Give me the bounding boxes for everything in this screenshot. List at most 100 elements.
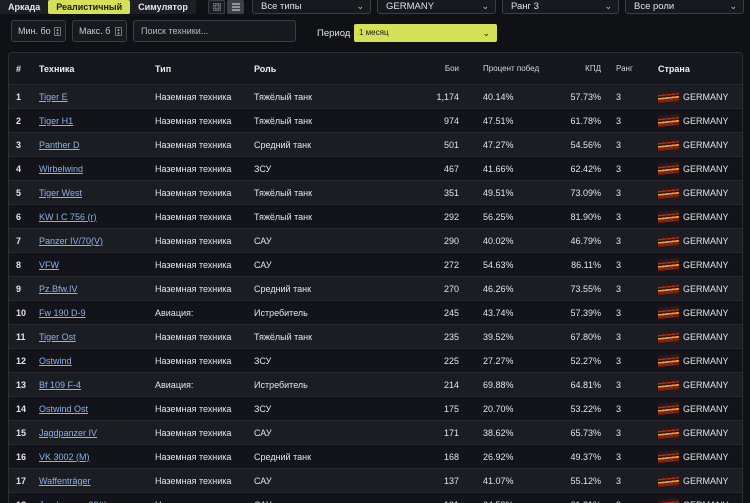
kpd-cell: 52.27% [570, 355, 601, 366]
header-rank[interactable]: Ранг [616, 53, 633, 84]
rank-cell: 3 [616, 283, 622, 294]
chevron-down-icon: ⌄ [356, 1, 364, 11]
vehicle-link[interactable]: VFW [39, 260, 59, 270]
role-cell: Истребитель [254, 379, 308, 390]
header-vehicle[interactable]: Техника [39, 53, 74, 84]
vehicle-link[interactable]: Panzer IV/70(V) [39, 236, 103, 246]
role-select[interactable]: Все роли ⌄ [625, 0, 744, 14]
vehicle-link[interactable]: Wirbelwind [39, 164, 83, 174]
header-role[interactable]: Роль [254, 53, 276, 84]
table-row[interactable]: 15 Jagdpanzer IV Наземная техника САУ 171 38.… [9, 421, 742, 445]
rank-cell: 3 [616, 331, 622, 342]
vehicle-link[interactable]: Tiger E [39, 92, 68, 102]
table-row[interactable]: 4 Wirbelwind Наземная техника ЗСУ 467 41.66% 6… [9, 157, 742, 181]
country-cell: GERMANY [658, 421, 729, 444]
country-name: GERMANY [683, 379, 729, 390]
row-number: 15 [16, 427, 27, 438]
row-number: 10 [16, 307, 27, 318]
rank-select[interactable]: Ранг 3 ⌄ [502, 0, 619, 14]
type-cell: Наземная техника [155, 331, 232, 342]
grid-view-button[interactable] [208, 0, 225, 14]
country-select[interactable]: GERMANY ⌄ [377, 0, 496, 14]
vehicle-link[interactable]: Bf 109 F-4 [39, 380, 81, 390]
table-row[interactable]: 12 Ostwind Наземная техника ЗСУ 225 27.27% 52.… [9, 349, 742, 373]
vehicle-link[interactable]: Ostwind [39, 356, 72, 366]
spinner-icon[interactable]: ▴ ▾ [115, 27, 122, 37]
vehicle-link[interactable]: Tiger H1 [39, 116, 73, 126]
vehicle-link[interactable]: Panther D [39, 140, 80, 150]
country-cell: GERMANY [658, 277, 729, 300]
role-cell: Истребитель [254, 307, 308, 318]
type-cell: Наземная техника [155, 187, 232, 198]
kpd-cell: 64.81% [570, 379, 601, 390]
table-row[interactable]: 9 Pz.Bfw.IV Наземная техника Средний танк 27… [9, 277, 742, 301]
table-row[interactable]: 14 Ostwind Ost Наземная техника ЗСУ 175 20.70… [9, 397, 742, 421]
vehicle-link[interactable]: VK 3002 (M) [39, 452, 90, 462]
vehicle-link[interactable]: Fw 190 D-9 [39, 308, 86, 318]
country-name: GERMANY [683, 451, 729, 462]
table-row[interactable]: 3 Panther D Наземная техника Средний танк 50… [9, 133, 742, 157]
row-number: 11 [16, 331, 26, 342]
winrate-cell: 26.92% [483, 451, 514, 462]
winrate-cell: 39.52% [483, 331, 514, 342]
table-row[interactable]: 16 VK 3002 (M) Наземная техника Средний тан… [9, 445, 742, 469]
vehicle-link[interactable]: Waffenträger [39, 476, 91, 486]
rank-cell: 3 [616, 403, 622, 414]
role-cell: САУ [254, 235, 272, 246]
tab-realistic[interactable]: Реалистичный [48, 0, 131, 14]
header-type[interactable]: Тип [155, 53, 171, 84]
winrate-cell: 64.53% [483, 493, 514, 503]
winrate-cell: 43.74% [483, 307, 514, 318]
header-winrate[interactable]: Процент побед [483, 53, 539, 84]
kpd-cell: 73.09% [570, 187, 601, 198]
table-row[interactable]: 6 KW I C 756 (r) Наземная техника Тяжёлый т… [9, 205, 742, 229]
header-battles[interactable]: Бои [409, 53, 459, 84]
role-cell: Тяжёлый танк [254, 91, 313, 102]
header-kpd[interactable]: КПД [549, 53, 601, 84]
winrate-cell: 41.66% [483, 163, 514, 174]
table-row[interactable]: 8 VFW Наземная техника САУ 272 54.63% 86.11% 3 G… [9, 253, 742, 277]
vehicle-link[interactable]: Jagdpanzer IV [39, 428, 97, 438]
search-input[interactable] [133, 20, 296, 42]
table-row[interactable]: 11 Tiger Ost Наземная техника Тяжёлый танк 2… [9, 325, 742, 349]
winrate-cell: 56.25% [483, 211, 514, 222]
table-row[interactable]: 1 Tiger E Наземная техника Тяжёлый танк 1,17… [9, 85, 742, 109]
rank-cell: 3 [616, 115, 622, 126]
table-row[interactable]: 2 Tiger H1 Наземная техника Тяжёлый танк 974… [9, 109, 742, 133]
vehicle-link[interactable]: Tiger West [39, 188, 82, 198]
battles-cell: 467 [443, 163, 459, 174]
vehicle-link[interactable]: Pz.Bfw.IV [39, 284, 78, 294]
winrate-cell: 40.02% [483, 235, 514, 246]
table-row[interactable]: 17 Waffenträger Наземная техника САУ 137 41.0… [9, 469, 742, 493]
list-view-button[interactable] [227, 0, 244, 14]
vehicle-cell: Jagdpanzer 38(t) [39, 493, 107, 503]
vehicle-link[interactable]: Tiger Ost [39, 332, 76, 342]
tab-arcade[interactable]: Аркада [0, 0, 48, 14]
header-country[interactable]: Страна [658, 53, 690, 84]
vehicle-cell: Tiger West [39, 181, 82, 204]
winrate-cell: 47.51% [483, 115, 514, 126]
germany-flag-icon [658, 209, 679, 224]
header-num[interactable]: # [16, 53, 21, 84]
role-cell: САУ [254, 259, 272, 270]
vehicle-link[interactable]: KW I C 756 (r) [39, 212, 97, 222]
vehicle-link[interactable]: Ostwind Ost [39, 404, 88, 414]
tab-simulator[interactable]: Симулятор [130, 0, 196, 14]
table-row[interactable]: 7 Panzer IV/70(V) Наземная техника САУ 290 40… [9, 229, 742, 253]
table-row[interactable]: 13 Bf 109 F-4 Авиация: Истребитель 214 69.88%… [9, 373, 742, 397]
table-row[interactable]: 10 Fw 190 D-9 Авиация: Истребитель 245 43.74%… [9, 301, 742, 325]
germany-flag-icon [658, 497, 679, 503]
max-br-input[interactable]: Макс. б ▴ ▾ [72, 20, 127, 42]
rank-cell: 3 [616, 235, 622, 246]
table-row[interactable]: 5 Tiger West Наземная техника Тяжёлый танк 3… [9, 181, 742, 205]
country-cell: GERMANY [658, 253, 729, 276]
kpd-cell: 53.22% [570, 403, 601, 414]
type-select[interactable]: Все типы ⌄ [252, 0, 371, 14]
rank-cell: 3 [616, 355, 622, 366]
battles-cell: 168 [443, 451, 459, 462]
min-br-input[interactable]: Мин. бо ▴ ▾ [11, 20, 66, 42]
period-select[interactable]: 1 месяц ⌄ [354, 24, 497, 42]
vehicle-link[interactable]: Jagdpanzer 38(t) [39, 500, 107, 503]
table-row[interactable]: 18 Jagdpanzer 38(t) Наземная техника САУ 101… [9, 493, 742, 503]
spinner-icon[interactable]: ▴ ▾ [54, 27, 61, 37]
